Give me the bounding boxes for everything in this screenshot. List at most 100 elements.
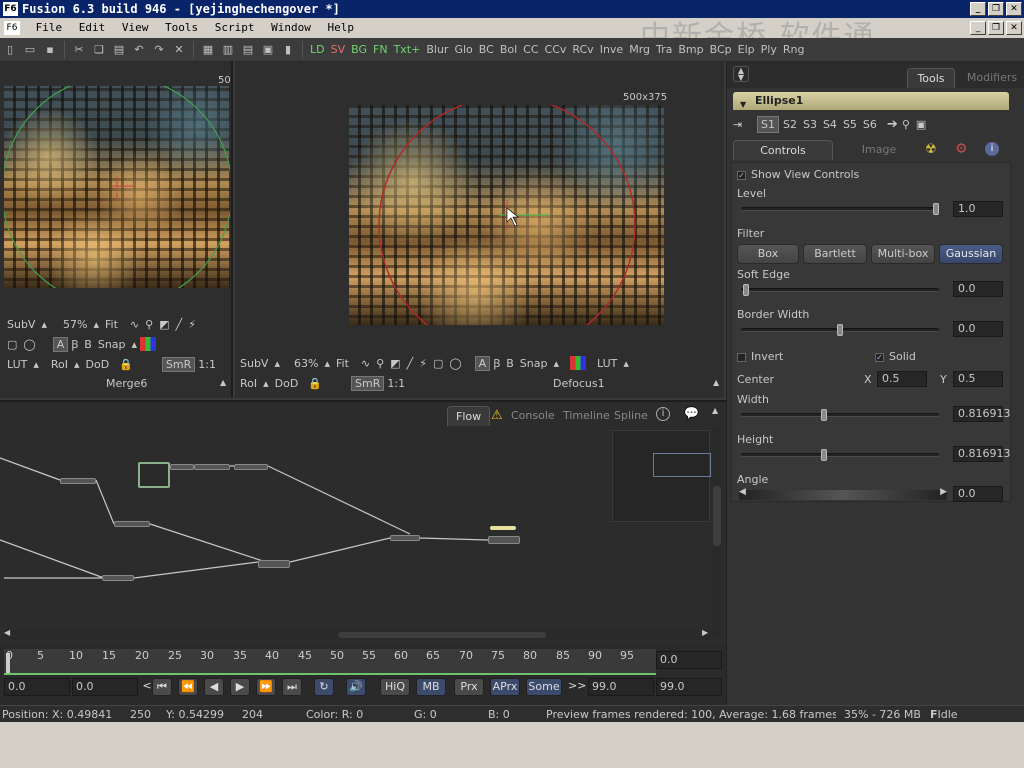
document-icon[interactable]: F6 [4,21,20,35]
audio-icon[interactable]: 🔊 [346,678,366,696]
flow-node[interactable] [60,478,96,484]
left-snap-button[interactable]: Snap [95,338,129,351]
right-brush-icon[interactable]: ╱ [404,357,417,370]
tool-bmp-button[interactable]: Bmp [675,41,706,59]
hiq-button[interactable]: HiQ [380,678,410,696]
tool-ccv-button[interactable]: CCv [542,41,570,59]
right-viewer[interactable] [349,105,664,325]
slot-s5[interactable]: S5 [843,118,857,131]
layout-4-icon[interactable]: ▣ [258,41,278,59]
loop-icon[interactable]: ↻ [314,678,334,696]
invert-checkbox[interactable] [737,352,746,362]
restore-button[interactable]: ❐ [988,2,1004,16]
render-icon[interactable]: ▮ [278,41,298,59]
filter-bartlett-button[interactable]: Bartlett [803,244,867,264]
flow-node[interactable] [234,464,268,470]
flow-node[interactable] [170,464,194,470]
tool-rcv-button[interactable]: RCv [569,41,596,59]
color-channels-icon[interactable] [140,337,157,351]
spline-icon[interactable]: ∿ [127,318,142,331]
right-subv-button[interactable]: SubV [237,357,271,370]
copy-icon[interactable]: ❏ [89,41,109,59]
tool-ld-button[interactable]: LD [307,41,328,59]
render-end-field[interactable]: 99.0 [588,678,654,696]
right-lut-button[interactable]: LUT [594,357,620,370]
height-field[interactable]: 0.816913 [953,446,1011,462]
bold-icon[interactable]: B [81,338,95,351]
some-button[interactable]: Some [526,678,562,696]
filter-gaussian-button[interactable]: Gaussian [939,244,1003,264]
tool-txt-button[interactable]: Txt+ [391,41,424,59]
polyline-icon[interactable]: ⚲ [142,318,156,331]
layout-3-icon[interactable]: ▤ [238,41,258,59]
ellipse-overlay-left[interactable] [4,86,230,288]
left-roi-button[interactable]: RoI [48,358,71,371]
tab-tools[interactable]: Tools [907,68,955,88]
level-slider[interactable] [741,203,939,215]
tool-fn-button[interactable]: FN [370,41,391,59]
right-gradient-icon[interactable]: ◩ [387,357,403,370]
right-polyline-icon[interactable]: ⚲ [373,357,387,370]
menu-file[interactable]: File [31,18,68,38]
menu-edit[interactable]: Edit [74,18,111,38]
tool-bg-button[interactable]: BG [348,41,370,59]
level-field[interactable]: 1.0 [953,201,1003,217]
left-subv-button[interactable]: SubV [4,318,38,331]
play-reverse-icon[interactable]: ◀ [204,678,224,696]
open-icon[interactable]: ▭ [20,41,40,59]
circle-icon[interactable]: ◯ [20,338,38,351]
flow-vertical-scrollbar[interactable] [712,426,722,638]
right-color-channels-icon[interactable] [570,356,586,370]
text-icon[interactable]: A [52,336,69,352]
soft-edge-slider[interactable] [741,284,939,296]
paste-icon[interactable]: ▤ [109,41,129,59]
step-back-icon[interactable]: ⏪ [178,678,198,696]
flow-node-selected[interactable] [138,462,170,488]
flow-node-defocus[interactable] [488,536,520,544]
tool-inve-button[interactable]: Inve [597,41,627,59]
tool-ply-button[interactable]: Ply [758,41,780,59]
border-width-field[interactable]: 0.0 [953,321,1003,337]
current-time-field[interactable]: 0.0 [656,651,722,669]
tool-cc-button[interactable]: CC [520,41,541,59]
slot-s4[interactable]: S4 [823,118,837,131]
right-fit-button[interactable]: Fit [333,357,352,370]
right-dod-button[interactable]: DoD [272,377,302,390]
height-slider[interactable] [741,449,939,461]
flow-node[interactable] [102,575,134,581]
doc-minimize-button[interactable]: _ [970,21,986,35]
right-rectangle-icon[interactable]: ▢ [430,357,446,370]
right-ratio-button[interactable]: 1:1 [384,377,408,390]
right-smr-button[interactable]: SmR [351,375,385,391]
flow-panel[interactable]: Flow ⚠ Console Timeline Spline i 💬 ▲ ◀ ▶ [0,400,726,645]
left-dod-button[interactable]: DoD [83,358,113,371]
cut-icon[interactable]: ✂ [69,41,89,59]
right-spline-icon[interactable]: ∿ [358,357,373,370]
tool-rng-button[interactable]: Rng [780,41,808,59]
info-icon[interactable]: i [656,407,670,421]
rectangle-icon[interactable]: ▢ [4,338,20,351]
tab-timeline[interactable]: Timeline [563,406,610,426]
lock-icon[interactable]: 🔒 [116,358,136,371]
show-view-controls-checkbox[interactable]: ✓ [737,170,746,180]
global-start-field[interactable]: 0.0 [4,678,70,696]
flow-scroll-up-icon[interactable]: ▲ [712,406,718,415]
tab-modifiers[interactable]: Modifiers [963,68,1021,88]
arrow-right-icon[interactable]: ➔ [887,117,898,132]
right-roi-button[interactable]: RoI [237,377,260,390]
soft-edge-field[interactable]: 0.0 [953,281,1003,297]
angle-field[interactable]: 0.0 [953,486,1003,502]
flow-node[interactable] [194,464,230,470]
tab-flow[interactable]: Flow [447,406,491,426]
prx-button[interactable]: Prx [454,678,484,696]
center-x-field[interactable]: 0.5 [877,371,927,387]
doc-close-button[interactable]: ✕ [1006,21,1022,35]
flow-node[interactable] [390,535,420,541]
filter-multibox-button[interactable]: Multi-box [871,244,935,264]
go-to-start-icon[interactable]: ⏮ [152,678,172,696]
delete-icon[interactable]: ✕ [169,41,189,59]
layout-1-icon[interactable]: ▦ [198,41,218,59]
undo-icon[interactable]: ↶ [129,41,149,59]
solid-checkbox[interactable]: ✓ [875,352,884,362]
help-info-icon[interactable]: i [985,142,999,156]
